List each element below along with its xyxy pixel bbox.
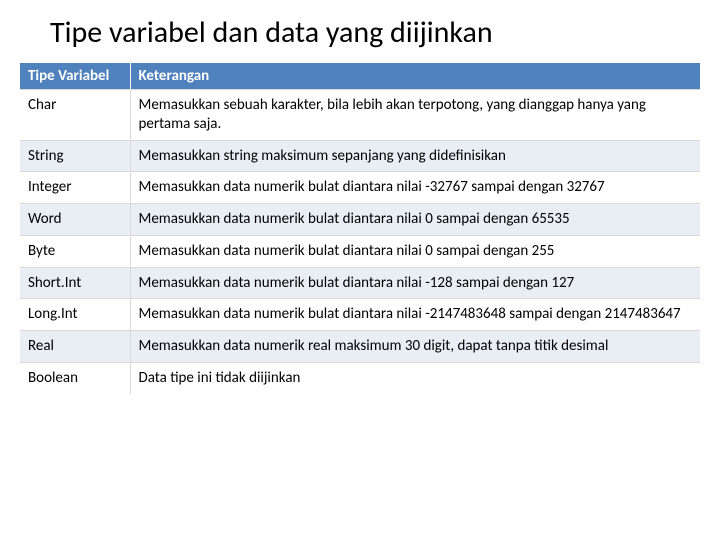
table-row: Boolean Data tipe ini tidak diijinkan <box>20 362 700 393</box>
cell-type: Short.Int <box>20 267 130 299</box>
variable-types-table: Tipe Variabel Keterangan Char Memasukkan… <box>20 63 700 394</box>
cell-type: Boolean <box>20 362 130 393</box>
cell-desc: Data tipe ini tidak diijinkan <box>130 362 700 393</box>
table-row: Char Memasukkan sebuah karakter, bila le… <box>20 90 700 141</box>
table-header-row: Tipe Variabel Keterangan <box>20 63 700 90</box>
cell-type: Byte <box>20 235 130 267</box>
table-row: Long.Int Memasukkan data numerik bulat d… <box>20 299 700 331</box>
table-row: Short.Int Memasukkan data numerik bulat … <box>20 267 700 299</box>
cell-desc: Memasukkan data numerik bulat diantara n… <box>130 267 700 299</box>
cell-desc: Memasukkan string maksimum sepanjang yan… <box>130 140 700 172</box>
cell-desc: Memasukkan data numerik bulat diantara n… <box>130 204 700 236</box>
slide: Tipe variabel dan data yang diijinkan Ti… <box>0 0 720 540</box>
table-row: Word Memasukkan data numerik bulat diant… <box>20 204 700 236</box>
table-row: Integer Memasukkan data numerik bulat di… <box>20 172 700 204</box>
cell-type: String <box>20 140 130 172</box>
cell-type: Integer <box>20 172 130 204</box>
cell-desc: Memasukkan data numerik bulat diantara n… <box>130 235 700 267</box>
header-type: Tipe Variabel <box>20 63 130 90</box>
header-desc: Keterangan <box>130 63 700 90</box>
cell-desc: Memasukkan data numerik real maksimum 30… <box>130 331 700 363</box>
table-row: String Memasukkan string maksimum sepanj… <box>20 140 700 172</box>
table-row: Real Memasukkan data numerik real maksim… <box>20 331 700 363</box>
cell-type: Char <box>20 90 130 141</box>
table-row: Byte Memasukkan data numerik bulat diant… <box>20 235 700 267</box>
page-title: Tipe variabel dan data yang diijinkan <box>50 14 700 51</box>
cell-desc: Memasukkan data numerik bulat diantara n… <box>130 299 700 331</box>
cell-type: Real <box>20 331 130 363</box>
cell-type: Long.Int <box>20 299 130 331</box>
cell-type: Word <box>20 204 130 236</box>
cell-desc: Memasukkan sebuah karakter, bila lebih a… <box>130 90 700 141</box>
cell-desc: Memasukkan data numerik bulat diantara n… <box>130 172 700 204</box>
